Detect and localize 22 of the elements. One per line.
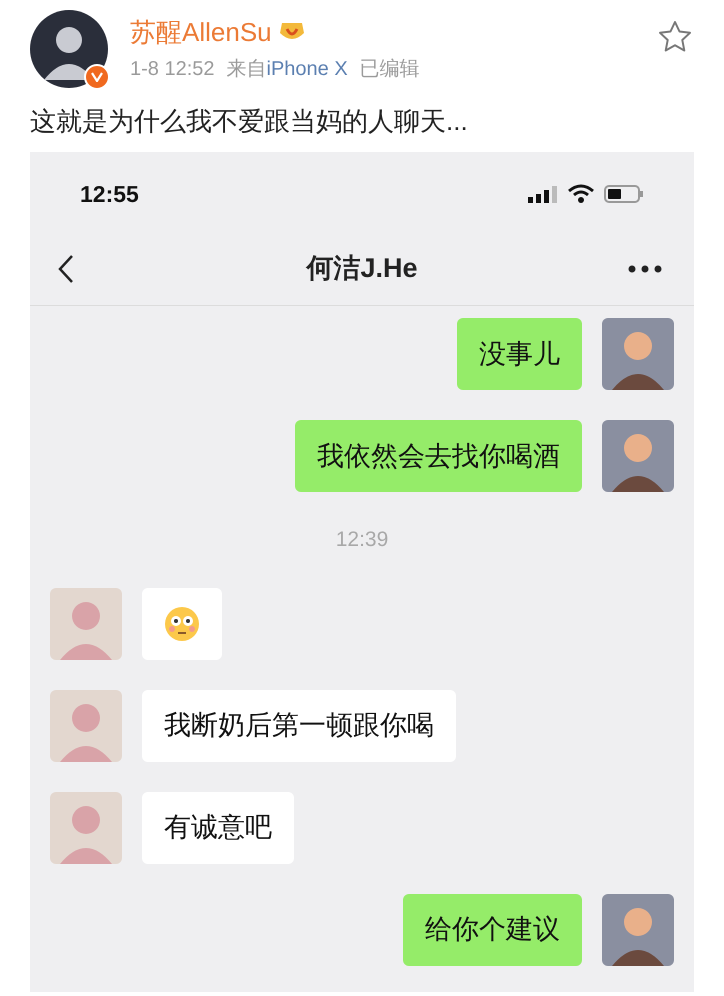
battery-icon — [604, 184, 644, 204]
flushed-face-icon — [164, 606, 200, 642]
source-link[interactable]: iPhone X — [266, 56, 348, 82]
message-time: 12:39 — [336, 527, 388, 553]
edited-label: 已编辑 — [360, 57, 420, 82]
status-clock: 12:55 — [80, 180, 139, 209]
message-bubble: 我断奶后第一顿跟你喝 — [142, 690, 456, 762]
wifi-icon — [568, 184, 594, 204]
back-icon[interactable] — [56, 254, 76, 284]
message-bubble: 没事儿 — [457, 318, 582, 390]
post-time: 1-8 12:52 — [130, 57, 215, 82]
signal-icon — [528, 185, 558, 203]
star-icon[interactable] — [658, 20, 692, 52]
message-bubble: 我依然会去找你喝酒 — [295, 420, 582, 492]
post-text: 这就是为什么我不爱跟当妈的人聊天... — [29, 105, 469, 138]
author-name[interactable]: 苏醒AllenSu — [130, 16, 272, 48]
avatar[interactable] — [30, 10, 108, 88]
message-bubble: 有诚意吧 — [142, 792, 294, 864]
message-bubble: 给你个建议 — [403, 894, 582, 966]
more-icon[interactable] — [628, 264, 662, 272]
source-label: 来自 — [226, 57, 267, 82]
chat-title: 何洁J.He — [306, 252, 418, 286]
